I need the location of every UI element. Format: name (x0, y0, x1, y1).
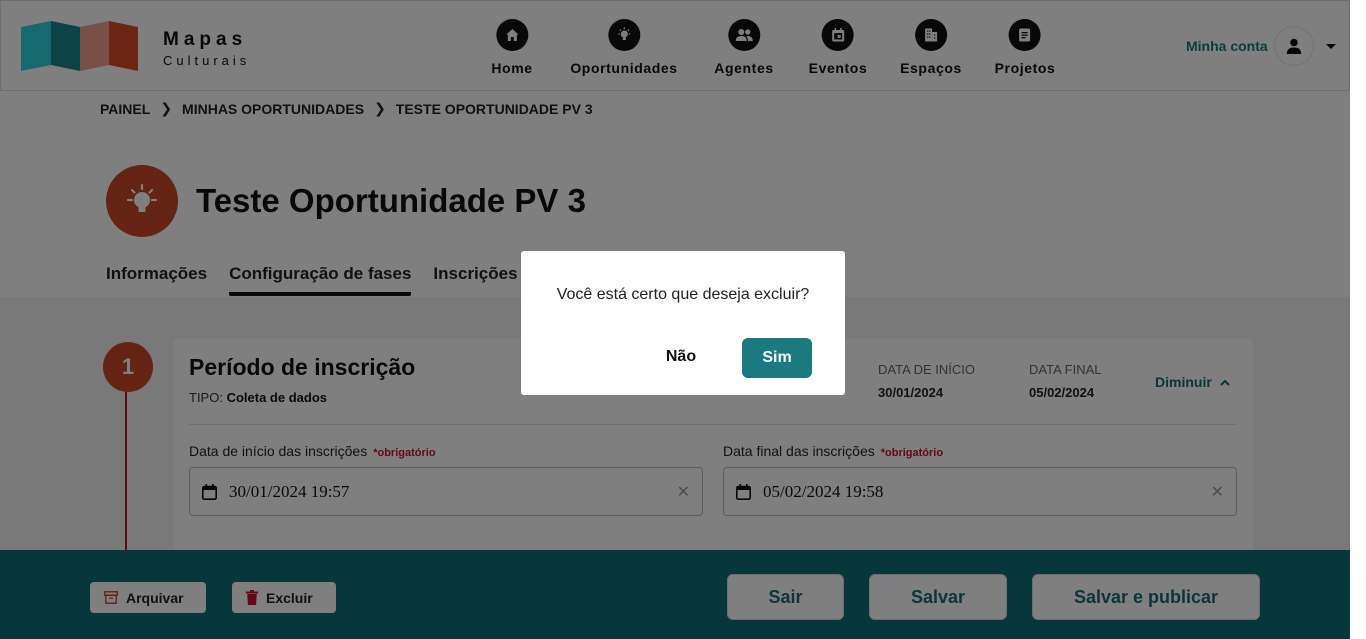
scrollbar[interactable] (1350, 0, 1366, 639)
confirm-dialog: Você está certo que deseja excluir? Não … (521, 251, 845, 395)
yes-button[interactable]: Sim (742, 338, 812, 378)
confirm-message: Você está certo que deseja excluir? (556, 286, 810, 303)
no-button[interactable]: Não (647, 337, 715, 377)
